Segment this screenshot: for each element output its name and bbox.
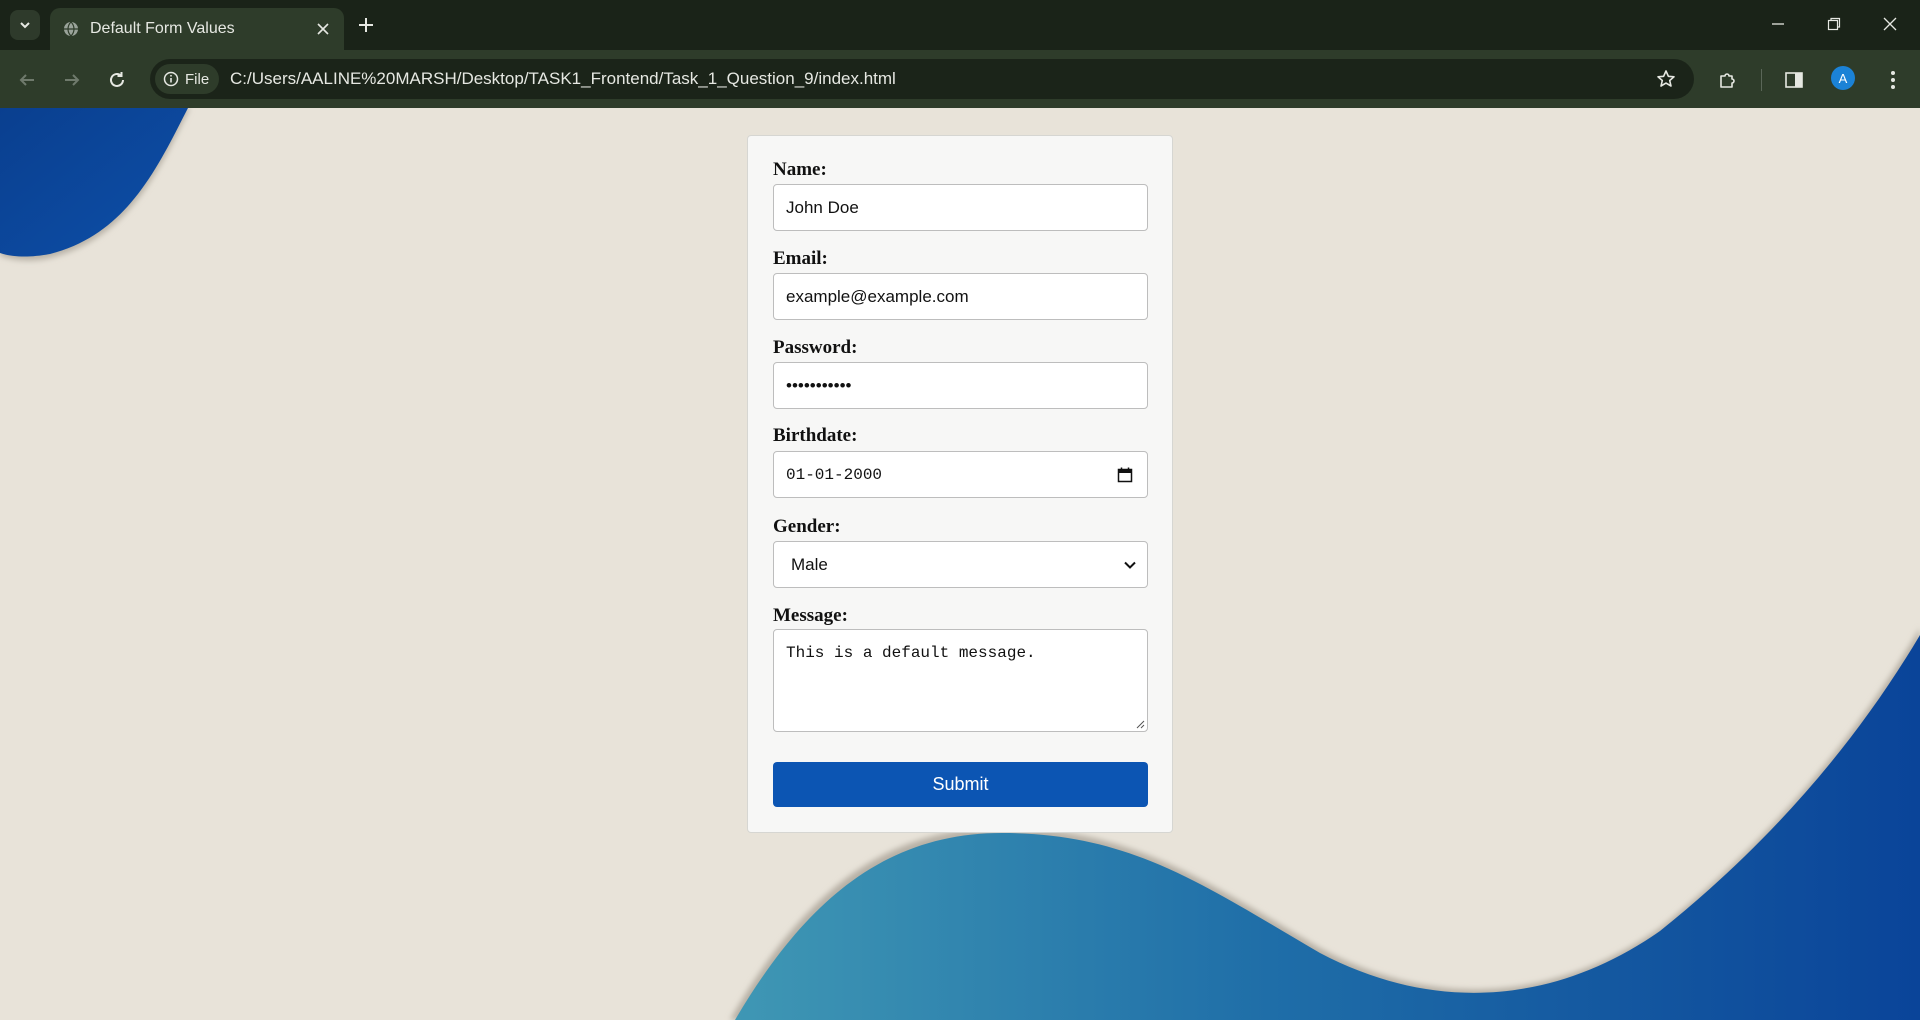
email-input-value: example@example.com (786, 286, 969, 306)
message-label: Message: (773, 605, 848, 626)
site-info-chip[interactable]: File (155, 64, 219, 94)
side-panel-icon (1785, 72, 1803, 88)
site-chip-label: File (185, 70, 210, 88)
address-bar[interactable]: File C:/Users/AALINE%20MARSH/Desktop/TAS… (150, 59, 1694, 99)
name-input-value: John Doe (786, 197, 859, 217)
form-card: Name: John Doe Email: example@example.co… (747, 135, 1173, 833)
url-text[interactable]: C:/Users/AALINE%20MARSH/Desktop/TASK1_Fr… (230, 59, 896, 99)
star-icon (1657, 70, 1675, 87)
password-input[interactable]: ••••••••••• (773, 362, 1148, 409)
new-tab-button[interactable] (352, 11, 380, 39)
email-label: Email: (773, 248, 828, 269)
gender-select-value: Male (791, 554, 828, 574)
puzzle-icon (1720, 73, 1735, 88)
message-textarea-value: This is a default message. (786, 644, 1036, 662)
info-icon (163, 71, 179, 87)
bookmark-button[interactable] (1652, 65, 1680, 93)
globe-icon (62, 20, 80, 38)
toolbar-divider (1761, 69, 1762, 91)
restore-button[interactable] (1806, 0, 1862, 48)
browser-tab-strip: Default Form Values (0, 0, 1920, 50)
page-viewport: Name: John Doe Email: example@example.co… (0, 108, 1920, 1020)
arrow-left-icon (19, 74, 34, 86)
arrow-right-icon (65, 74, 80, 86)
back-button[interactable] (12, 65, 42, 95)
forward-button[interactable] (57, 65, 87, 95)
close-window-button[interactable] (1862, 0, 1918, 48)
minimize-button[interactable] (1750, 0, 1806, 48)
birthdate-input[interactable]: 01-01-2000 (773, 451, 1148, 498)
password-input-value: ••••••••••• (786, 375, 852, 395)
close-icon[interactable] (310, 16, 336, 42)
password-label: Password: (773, 337, 858, 358)
extensions-button[interactable] (1712, 64, 1744, 96)
chevron-down-icon (1124, 561, 1136, 569)
tab-search-button[interactable] (10, 10, 40, 40)
submit-button[interactable]: Submit (773, 762, 1148, 807)
calendar-icon[interactable] (1117, 467, 1133, 483)
reload-button[interactable] (102, 65, 132, 95)
side-panel-button[interactable] (1778, 64, 1810, 96)
tab-title: Default Form Values (90, 20, 235, 37)
plus-icon (359, 18, 373, 32)
birthdate-input-value: 01-01-2000 (786, 465, 883, 484)
name-label: Name: (773, 159, 827, 180)
browser-toolbar: File C:/Users/AALINE%20MARSH/Desktop/TAS… (0, 50, 1920, 108)
gender-label: Gender: (773, 516, 841, 537)
gender-select[interactable]: Male (773, 541, 1148, 588)
kebab-menu-icon (1891, 71, 1895, 89)
browser-menu-button[interactable] (1877, 64, 1909, 96)
chevron-down-icon (20, 22, 30, 29)
profile-avatar[interactable]: A (1831, 66, 1855, 90)
email-input[interactable]: example@example.com (773, 273, 1148, 320)
birthdate-label: Birthdate: (773, 425, 858, 446)
browser-tab[interactable]: Default Form Values (50, 8, 344, 50)
minimize-icon (1772, 23, 1784, 25)
resize-handle-icon[interactable] (1135, 719, 1145, 729)
reload-icon (110, 72, 124, 87)
close-icon (1883, 17, 1897, 31)
message-textarea[interactable]: This is a default message. (773, 629, 1148, 732)
name-input[interactable]: John Doe (773, 184, 1148, 231)
restore-icon (1827, 17, 1841, 31)
